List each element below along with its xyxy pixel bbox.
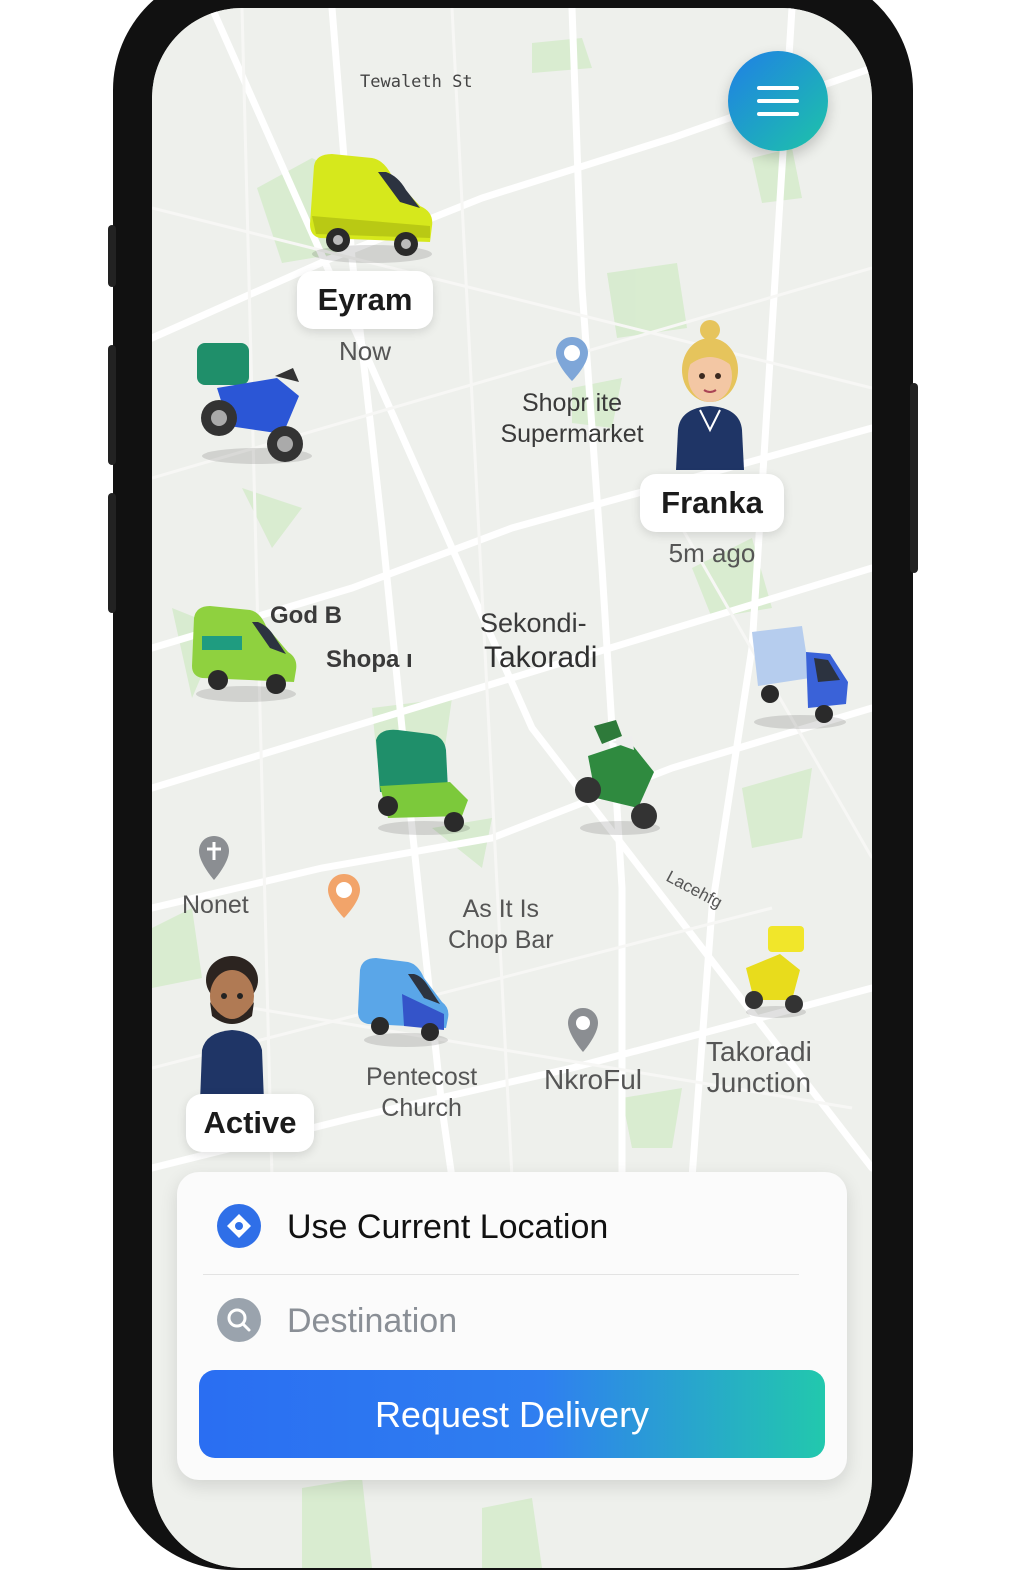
place-label-nkroful: NkroFul	[544, 1064, 643, 1095]
driver-status-franka: 5m ago	[668, 538, 756, 568]
menu-button[interactable]	[728, 51, 828, 151]
app-screen: Tewaleth St Eyram Now Shopr ite Supermar…	[152, 8, 872, 1568]
phone-volume-down-button	[108, 493, 116, 613]
request-delivery-button[interactable]: Request Delivery	[199, 1370, 825, 1458]
place-label-takoradi-junction: Takoradi Junction	[706, 1036, 812, 1098]
delivery-request-panel: Use Current Location Destination Request…	[177, 1172, 847, 1480]
search-icon	[217, 1298, 261, 1342]
hamburger-menu-icon	[757, 86, 799, 90]
delivery-truck-icon[interactable]	[748, 622, 852, 732]
destination-placeholder: Destination	[287, 1302, 458, 1340]
restaurant-pin-icon[interactable]	[566, 1006, 600, 1054]
place-label-pentecost-church: Pentecost Church	[366, 1063, 478, 1122]
motorbike-icon[interactable]	[187, 338, 317, 468]
hamburger-menu-icon-line	[757, 112, 799, 116]
phone-volume-up-button	[108, 345, 116, 465]
church-pin-icon[interactable]	[197, 834, 231, 882]
driver-name-card-franka[interactable]: Franka	[640, 474, 784, 532]
driver-status-eyram: Now	[338, 336, 391, 366]
divider	[203, 1274, 799, 1275]
shopping-pin-icon[interactable]	[554, 335, 590, 383]
current-location-label: Use Current Location	[287, 1208, 609, 1246]
street-label: Tewaleth St	[360, 72, 473, 92]
driver-name-card-active[interactable]: Active	[186, 1094, 314, 1152]
delivery-van-icon[interactable]	[356, 954, 452, 1050]
driver-name-card-eyram[interactable]: Eyram	[297, 271, 433, 329]
place-label-god-b: God B	[270, 602, 342, 629]
delivery-van-icon[interactable]	[302, 146, 442, 266]
scooter-icon[interactable]	[740, 924, 810, 1020]
driver-avatar-franka[interactable]	[670, 318, 750, 470]
place-label-sekondi: Sekondi-	[480, 608, 587, 638]
motorbike-icon[interactable]	[572, 716, 666, 838]
place-label-shopa: Shopa ı	[326, 646, 413, 673]
driver-avatar-active[interactable]	[192, 952, 272, 1102]
hamburger-menu-icon-line	[757, 99, 799, 103]
destination-input[interactable]: Destination	[177, 1276, 847, 1366]
tuk-tuk-icon[interactable]	[370, 726, 474, 838]
place-label-takoradi: Takoradi	[484, 641, 598, 674]
phone-power-button	[910, 383, 918, 573]
place-label-shoprite: Shopr ite Supermarket	[500, 389, 644, 448]
place-label-as-it-is-chop-bar: As It Is Chop Bar	[448, 895, 554, 954]
place-label-nonet: Nonet	[182, 891, 249, 919]
navigation-diamond-icon	[217, 1204, 261, 1248]
food-pin-icon[interactable]	[326, 872, 362, 920]
current-location-row[interactable]: Use Current Location	[177, 1182, 847, 1272]
phone-side-button	[108, 225, 116, 287]
